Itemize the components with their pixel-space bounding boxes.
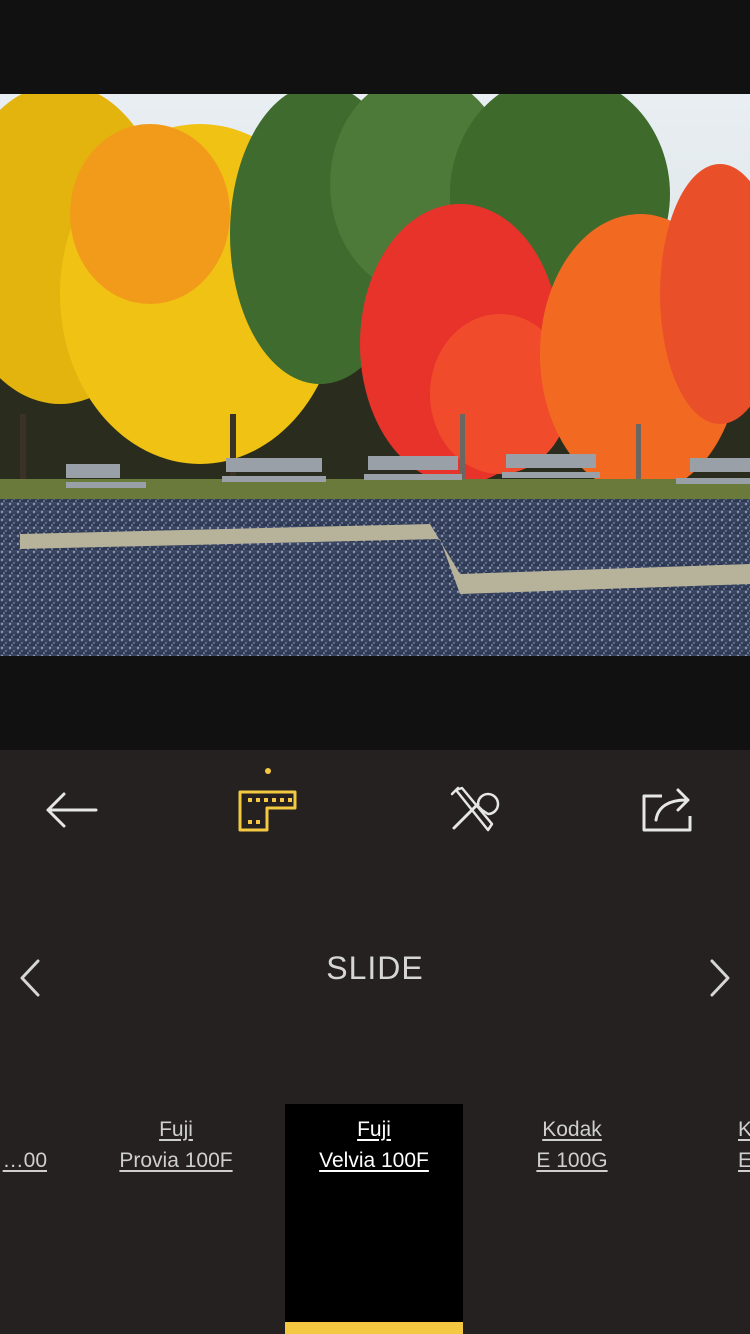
- tools-icon: [450, 786, 500, 832]
- film-button[interactable]: [218, 770, 318, 850]
- film-model: Velvia 100F: [319, 1149, 429, 1172]
- share-button[interactable]: [618, 770, 718, 850]
- film-model: E…: [738, 1149, 750, 1172]
- photo-gap: [0, 656, 750, 750]
- film-brand: Fuji: [357, 1118, 391, 1141]
- arrow-left-icon: [46, 792, 98, 828]
- photo-preview: [0, 94, 750, 656]
- prev-category-button[interactable]: [0, 948, 60, 1008]
- back-button[interactable]: [22, 770, 122, 850]
- film-item[interactable]: Fuji Provia 100F: [87, 1104, 265, 1334]
- film-brand: …: [0, 1114, 68, 1145]
- film-item-selected[interactable]: Fuji Velvia 100F: [285, 1104, 463, 1334]
- film-brand: Fuji: [159, 1118, 193, 1141]
- chevron-right-icon: [710, 959, 730, 997]
- tools-button[interactable]: [424, 770, 524, 850]
- film-brand: Kodak: [542, 1118, 602, 1141]
- film-item[interactable]: K… E…: [738, 1104, 750, 1334]
- film-category-selector: SLIDE: [0, 868, 750, 1093]
- top-bar: [0, 0, 750, 94]
- toolbar: [0, 750, 750, 868]
- next-category-button[interactable]: [690, 948, 750, 1008]
- film-brand: K…: [738, 1118, 750, 1141]
- film-icon: [238, 790, 297, 832]
- share-icon: [642, 788, 692, 832]
- film-item[interactable]: Kodak E 100G: [483, 1104, 661, 1334]
- film-item[interactable]: … …00: [0, 1104, 68, 1334]
- film-model: E 100G: [536, 1149, 608, 1172]
- chevron-left-icon: [20, 959, 40, 997]
- film-model: …00: [2, 1149, 47, 1172]
- category-label: SLIDE: [326, 950, 424, 986]
- film-model: Provia 100F: [119, 1149, 233, 1172]
- selected-indicator: [285, 1322, 463, 1334]
- film-strip: … …00 Fuji Provia 100F Fuji Velvia 100F …: [0, 1093, 750, 1334]
